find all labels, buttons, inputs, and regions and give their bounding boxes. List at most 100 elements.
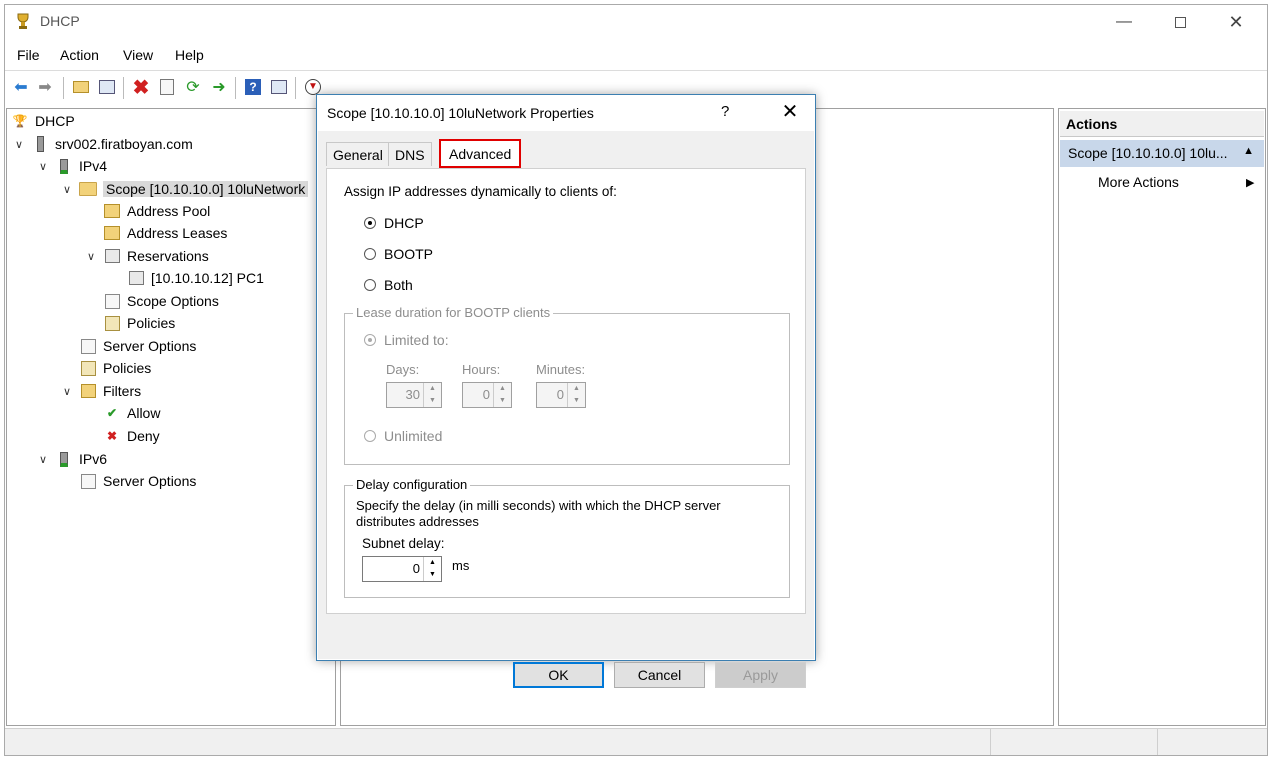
tree-node-deny[interactable]: ✖ Deny — [103, 425, 160, 447]
ms-unit-label: ms — [452, 558, 470, 573]
up-folder-icon[interactable] — [71, 77, 91, 97]
tree-node-scope-options[interactable]: Scope Options — [103, 290, 219, 312]
collapse-up-icon[interactable]: ▲ — [1243, 145, 1254, 157]
server-icon — [31, 135, 49, 153]
forward-icon[interactable]: ➡ — [35, 77, 55, 97]
radio-unlimited[interactable]: Unlimited — [364, 428, 442, 444]
tree-label: [10.10.10.12] PC1 — [151, 270, 264, 286]
ok-button[interactable]: OK — [513, 662, 604, 688]
ipv6-icon — [55, 450, 73, 468]
spin-up-icon[interactable]: ▲ — [424, 557, 441, 569]
spin-down-icon[interactable]: ▼ — [424, 569, 441, 581]
status-bar — [5, 728, 1267, 755]
export-list-icon[interactable]: ➜ — [209, 77, 229, 97]
back-icon[interactable]: ⬅ — [11, 77, 31, 97]
chevron-down-icon[interactable]: ∨ — [59, 183, 75, 196]
tree-node-server[interactable]: ∨ srv002.firatboyan.com — [11, 133, 193, 155]
radio-dhcp[interactable]: DHCP — [364, 215, 424, 231]
help-icon[interactable]: ? — [243, 77, 263, 97]
tree-node-policies[interactable]: Policies — [79, 357, 151, 379]
tree-node-filters[interactable]: ∨ Filters — [59, 380, 141, 402]
tree-label: DHCP — [35, 113, 75, 129]
tree-label: Policies — [127, 315, 176, 331]
delete-icon[interactable]: ✖ — [131, 77, 151, 99]
tree-label: Reservations — [127, 248, 209, 264]
spin-down-icon[interactable]: ▼ — [424, 395, 441, 407]
chevron-down-icon[interactable]: ∨ — [83, 250, 99, 263]
maximize-button[interactable] — [1152, 5, 1208, 39]
hours-label: Hours: — [462, 362, 501, 377]
tab-general[interactable]: General — [326, 142, 390, 166]
menu-action[interactable]: Action — [60, 47, 99, 63]
tree-node-allow[interactable]: ✔ Allow — [103, 402, 161, 424]
radio-unselected-icon — [364, 279, 376, 291]
tree-node-dhcp[interactable]: 🏆 DHCP — [11, 110, 75, 132]
tree-node-reservations[interactable]: ∨ Reservations — [83, 245, 209, 267]
menu-help[interactable]: Help — [175, 47, 204, 63]
tree-node-scope[interactable]: ∨ Scope [10.10.10.0] 10luNetwork — [59, 178, 309, 200]
server-options-icon — [79, 472, 97, 490]
submenu-arrow-icon: ▶ — [1246, 177, 1255, 189]
cancel-button[interactable]: Cancel — [614, 662, 705, 688]
show-action-pane-icon[interactable] — [269, 77, 289, 97]
days-spinner[interactable]: 30 ▲ ▼ — [386, 382, 442, 408]
tree-label: Filters — [103, 383, 142, 399]
tree-label: Scope Options — [127, 293, 219, 309]
close-window-button[interactable]: ✕ — [1208, 5, 1264, 39]
chevron-down-icon[interactable]: ∨ — [59, 385, 75, 398]
radio-unselected-icon — [364, 248, 376, 260]
refresh-icon[interactable]: ⟳ — [183, 77, 203, 97]
radio-unselected-icon — [364, 430, 376, 442]
lease-duration-group: Lease duration for BOOTP clients Limited… — [344, 305, 790, 465]
tree-label: Address Leases — [127, 225, 228, 241]
tree-label: Allow — [127, 405, 161, 421]
menu-file[interactable]: File — [17, 47, 40, 63]
help-question-button[interactable]: ? — [721, 103, 729, 120]
actions-scope-label: Scope [10.10.10.0] 10lu... — [1068, 145, 1228, 161]
spin-up-icon[interactable]: ▲ — [494, 383, 511, 395]
title-bar — [5, 5, 1267, 41]
tree-node-address-leases[interactable]: Address Leases — [103, 222, 227, 244]
tree-node-policies-scope[interactable]: Policies — [103, 312, 175, 334]
spin-up-icon[interactable]: ▲ — [568, 383, 585, 395]
radio-bootp[interactable]: BOOTP — [364, 246, 433, 262]
menu-bar: File Action View Help — [5, 43, 1267, 69]
apply-button[interactable]: Apply — [715, 662, 806, 688]
spin-down-icon[interactable]: ▼ — [568, 395, 585, 407]
tab-dns[interactable]: DNS — [388, 142, 432, 166]
minutes-spinner[interactable]: 0 ▲ ▼ — [536, 382, 586, 408]
tree-label: Address Pool — [127, 203, 211, 219]
more-actions-item[interactable]: More Actions — [1098, 174, 1179, 190]
tree-label: Server Options — [103, 338, 197, 354]
actions-pane — [1058, 108, 1266, 726]
spin-down-icon[interactable]: ▼ — [494, 395, 511, 407]
spin-up-icon[interactable]: ▲ — [424, 383, 441, 395]
assign-label: Assign IP addresses dynamically to clien… — [344, 184, 617, 199]
tree-node-reservation-pc1[interactable]: [10.10.10.12] PC1 — [127, 267, 264, 289]
properties-icon[interactable] — [157, 77, 177, 97]
subnet-delay-spinner[interactable]: 0 ▲ ▼ — [362, 556, 442, 582]
radio-both[interactable]: Both — [364, 277, 413, 293]
tree-node-server-options[interactable]: Server Options — [79, 335, 196, 357]
actions-scope-item[interactable]: Scope [10.10.10.0] 10lu... ▲ — [1060, 140, 1264, 167]
dialog-close-button[interactable]: ✕ — [773, 99, 807, 125]
minimize-button[interactable]: — — [1096, 5, 1152, 39]
tree-node-ipv6-server-options[interactable]: Server Options — [79, 470, 196, 492]
radio-selected-icon — [364, 334, 376, 346]
chevron-down-icon[interactable]: ∨ — [11, 138, 27, 151]
deny-icon: ✖ — [106, 429, 118, 443]
tree-node-ipv4[interactable]: ∨ IPv4 — [35, 155, 107, 177]
chevron-down-icon[interactable]: ∨ — [35, 160, 51, 173]
hours-spinner[interactable]: 0 ▲ ▼ — [462, 382, 512, 408]
tree-node-ipv6[interactable]: ∨ IPv6 — [35, 448, 107, 470]
tree-node-address-pool[interactable]: Address Pool — [103, 200, 210, 222]
dhcp-icon: 🏆 — [12, 114, 28, 128]
radio-limited-to[interactable]: Limited to: — [364, 332, 449, 348]
address-leases-icon — [103, 224, 121, 242]
chevron-down-icon[interactable]: ∨ — [35, 453, 51, 466]
reservations-icon — [103, 247, 121, 265]
tree-label: Scope [10.10.10.0] 10luNetwork — [103, 181, 309, 197]
show-hide-tree-icon[interactable] — [97, 77, 117, 97]
tab-advanced[interactable]: Advanced — [439, 139, 522, 168]
menu-view[interactable]: View — [123, 47, 153, 63]
